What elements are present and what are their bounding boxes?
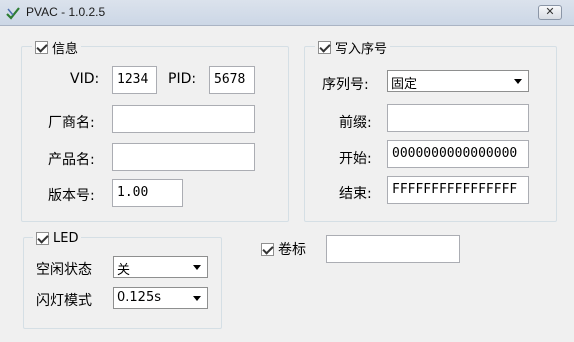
product-field[interactable]	[112, 143, 255, 171]
idle-state-label: 空闲状态	[36, 262, 92, 278]
prefix-field[interactable]	[387, 104, 529, 132]
main-window: PVAC - 1.0.2.5 ✕ 信息 VID: 1234 PID: 5678 …	[0, 0, 574, 342]
led-checkbox[interactable]	[36, 231, 49, 245]
serial-mode-value: 固定	[391, 77, 418, 92]
end-field[interactable]: FFFFFFFFFFFFFFFF	[387, 176, 529, 204]
blink-mode-value: 0.125s	[117, 290, 161, 305]
chevron-down-icon	[514, 79, 522, 84]
close-button[interactable]: ✕	[538, 5, 562, 20]
start-field[interactable]: 0000000000000000	[387, 140, 529, 168]
serial-group-legend: 写入序号	[315, 38, 391, 57]
start-label: 开始:	[339, 151, 372, 167]
blink-mode-select[interactable]: 0.125s	[113, 287, 208, 309]
app-icon	[6, 7, 20, 20]
manufacturer-field[interactable]	[112, 105, 255, 133]
serial-group-label: 写入序号	[335, 41, 388, 57]
serial-mode-label: 序列号:	[322, 77, 369, 93]
volume-label: 卷标	[278, 242, 306, 258]
blink-mode-label: 闪灯模式	[36, 293, 92, 309]
vid-field[interactable]: 1234	[112, 66, 157, 94]
prefix-label: 前缀:	[339, 115, 372, 131]
product-label: 产品名:	[48, 152, 95, 168]
volume-checkbox[interactable]	[261, 242, 274, 256]
led-group-legend: LED	[33, 229, 82, 247]
idle-state-select[interactable]: 关	[113, 256, 208, 278]
version-field[interactable]: 1.00	[112, 179, 183, 207]
version-label: 版本号:	[48, 188, 95, 204]
info-checkbox[interactable]	[35, 40, 48, 54]
window-title: PVAC - 1.0.2.5	[26, 5, 106, 19]
client-area: 信息 VID: 1234 PID: 5678 厂商名: 产品名: 版本号: 1.…	[8, 26, 566, 342]
led-group: LED	[23, 229, 222, 329]
idle-state-value: 关	[117, 263, 131, 278]
vid-label: VID:	[70, 71, 100, 87]
led-group-label: LED	[53, 230, 79, 246]
serial-checkbox[interactable]	[318, 40, 331, 54]
chevron-down-icon	[193, 296, 201, 301]
info-group-legend: 信息	[32, 38, 82, 57]
pid-field[interactable]: 5678	[209, 66, 255, 94]
pid-label: PID:	[168, 71, 197, 87]
volume-field[interactable]	[326, 235, 460, 263]
end-label: 结束:	[339, 186, 372, 202]
title-bar[interactable]: PVAC - 1.0.2.5 ✕	[0, 0, 574, 26]
info-group-label: 信息	[52, 41, 79, 57]
manufacturer-label: 厂商名:	[48, 115, 95, 131]
volume-label-row: 卷标	[261, 240, 306, 258]
serial-mode-select[interactable]: 固定	[387, 70, 529, 92]
chevron-down-icon	[193, 265, 201, 270]
